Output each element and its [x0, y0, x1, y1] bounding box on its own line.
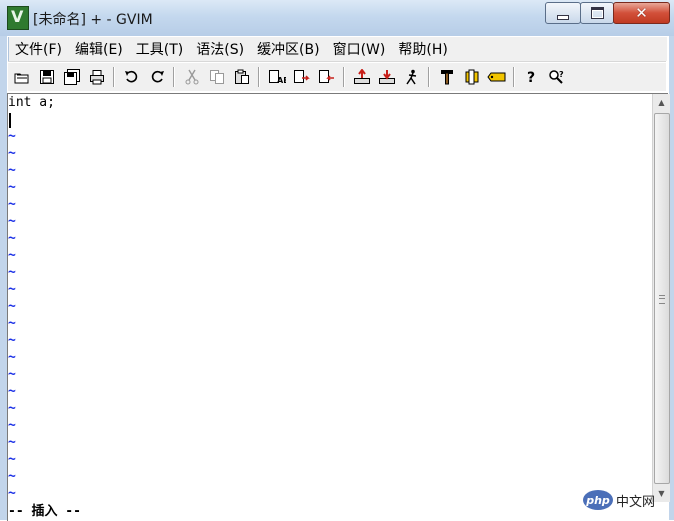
save-session-icon[interactable]	[376, 66, 398, 88]
toolbar-separator	[113, 67, 115, 87]
empty-lines: ~ ~ ~ ~ ~ ~ ~ ~ ~ ~ ~ ~ ~ ~ ~ ~ ~ ~ ~ ~ ~ ~	[8, 128, 651, 502]
empty-line-tilde: ~	[8, 452, 16, 467]
empty-line-tilde: ~	[8, 197, 16, 212]
toolbar-separator	[173, 67, 175, 87]
empty-line-tilde: ~	[8, 146, 16, 161]
help-icon[interactable]: ?	[521, 66, 543, 88]
buffer-line: int a;	[8, 95, 55, 110]
empty-line-tilde: ~	[8, 316, 16, 331]
toolbar-separator	[513, 67, 515, 87]
scroll-up-arrow-icon[interactable]: ▲	[653, 94, 670, 111]
menu-edit[interactable]: 编辑(E)	[69, 39, 129, 59]
save-all-icon[interactable]	[61, 66, 83, 88]
watermark-badge: php	[583, 490, 613, 510]
empty-line-tilde: ~	[8, 401, 16, 416]
editor-text-area[interactable]: int a; ~ ~ ~ ~ ~ ~ ~ ~ ~ ~ ~ ~ ~ ~ ~ ~ ~ ~ ~ ~ ~ ~	[8, 94, 651, 501]
toolbar-separator	[258, 67, 260, 87]
maximize-button[interactable]	[580, 2, 614, 24]
window-title: [未命名] + - GVIM	[33, 12, 153, 28]
empty-line-tilde: ~	[8, 469, 16, 484]
run-script-icon[interactable]	[401, 66, 423, 88]
buffer-line	[8, 111, 651, 128]
menu-divider	[8, 61, 666, 62]
toolbar: AB ? ?	[8, 63, 666, 91]
redo-icon[interactable]	[146, 66, 168, 88]
empty-line-tilde: ~	[8, 367, 16, 382]
find-help-icon[interactable]: ?	[546, 66, 568, 88]
menu-tools[interactable]: 工具(T)	[130, 39, 189, 59]
empty-line-tilde: ~	[8, 350, 16, 365]
find-replace-icon[interactable]: AB	[266, 66, 288, 88]
empty-line-tilde: ~	[8, 129, 16, 144]
find-next-icon[interactable]	[291, 66, 313, 88]
jump-tag-icon[interactable]	[486, 66, 508, 88]
toolbar-separator	[343, 67, 345, 87]
watermark-text: 中文网	[616, 494, 656, 510]
copy-icon[interactable]	[206, 66, 228, 88]
empty-line-tilde: ~	[8, 231, 16, 246]
empty-line-tilde: ~	[8, 248, 16, 263]
save-icon[interactable]	[36, 66, 58, 88]
svg-text:?: ?	[527, 70, 535, 85]
gvim-app-icon[interactable]	[7, 6, 29, 30]
toolbar-separator	[428, 67, 430, 87]
vertical-scrollbar[interactable]: ▲ ▼	[652, 94, 670, 502]
print-icon[interactable]	[86, 66, 108, 88]
empty-line-tilde: ~	[8, 384, 16, 399]
empty-line-tilde: ~	[8, 180, 16, 195]
maximize-icon	[590, 7, 604, 19]
empty-line-tilde: ~	[8, 486, 16, 501]
cut-icon[interactable]	[181, 66, 203, 88]
empty-line-tilde: ~	[8, 333, 16, 348]
window-left-border	[0, 36, 7, 520]
svg-text:?: ?	[559, 70, 564, 79]
empty-line-tilde: ~	[8, 418, 16, 433]
menu-file[interactable]: 文件(F)	[9, 39, 68, 59]
empty-line-tilde: ~	[8, 299, 16, 314]
load-session-icon[interactable]	[351, 66, 373, 88]
open-icon[interactable]	[11, 66, 33, 88]
menu-syntax[interactable]: 语法(S)	[190, 39, 250, 59]
thumb-grip-icon	[659, 294, 665, 304]
paste-icon[interactable]	[231, 66, 253, 88]
menu-buffers[interactable]: 缓冲区(B)	[251, 39, 326, 59]
minimize-button[interactable]	[545, 2, 581, 24]
minimize-icon	[557, 14, 569, 20]
close-button[interactable]: ✕	[613, 2, 670, 24]
empty-line-tilde: ~	[8, 435, 16, 450]
mode-indicator: -- 插入 --	[8, 504, 81, 519]
php-watermark: php 中文网	[583, 488, 671, 512]
svg-text:AB: AB	[277, 76, 286, 85]
run-ctags-icon[interactable]	[461, 66, 483, 88]
menu-bar: 文件(F) 编辑(E) 工具(T) 语法(S) 缓冲区(B) 窗口(W) 帮助(…	[8, 37, 667, 61]
menu-help[interactable]: 帮助(H)	[392, 39, 453, 59]
make-icon[interactable]	[436, 66, 458, 88]
text-cursor	[9, 113, 11, 128]
title-bar: [未命名] + - GVIM ✕	[0, 0, 674, 36]
undo-icon[interactable]	[121, 66, 143, 88]
find-prev-icon[interactable]	[316, 66, 338, 88]
empty-line-tilde: ~	[8, 214, 16, 229]
empty-line-tilde: ~	[8, 282, 16, 297]
empty-line-tilde: ~	[8, 163, 16, 178]
close-icon: ✕	[635, 4, 648, 22]
scrollbar-thumb[interactable]	[654, 113, 670, 484]
menu-window[interactable]: 窗口(W)	[327, 39, 392, 59]
empty-line-tilde: ~	[8, 265, 16, 280]
